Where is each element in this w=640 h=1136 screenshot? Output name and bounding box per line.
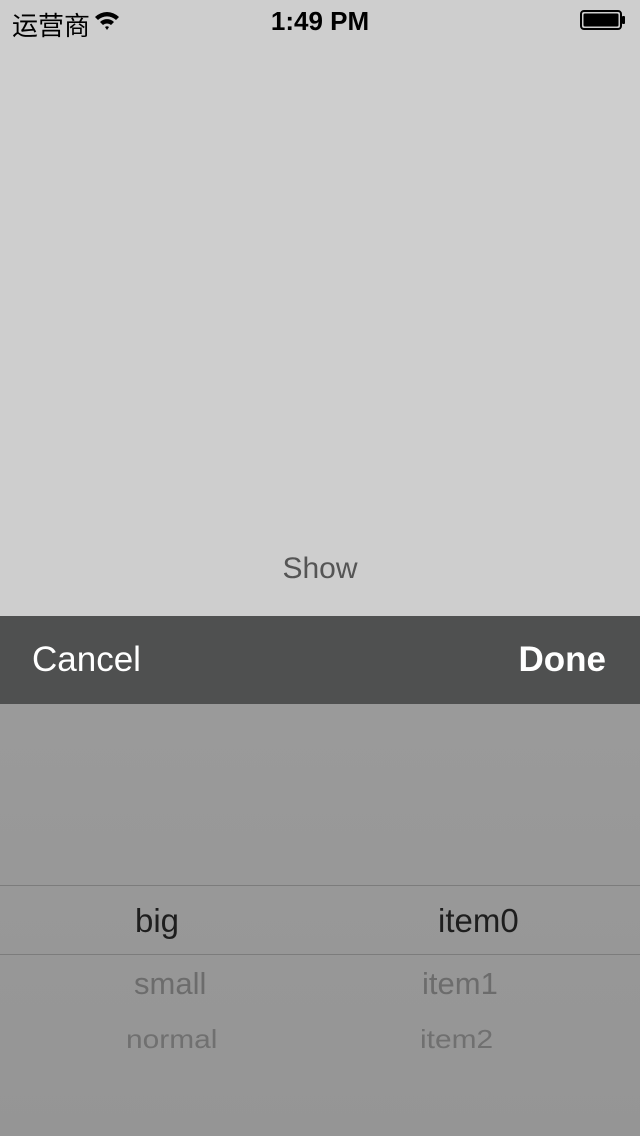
done-button[interactable]: Done — [519, 616, 607, 704]
picker-row[interactable]: small — [134, 966, 206, 1002]
picker-row-selected[interactable]: item0 — [438, 902, 519, 940]
picker-view[interactable]: big small normal item0 item1 item2 — [0, 704, 640, 1136]
picker-column-size[interactable]: big small normal — [0, 704, 320, 1136]
picker-row[interactable]: item2 — [420, 1024, 493, 1055]
battery-icon — [580, 10, 626, 30]
picker-row[interactable]: item1 — [422, 966, 498, 1002]
picker-row-selected[interactable]: big — [135, 902, 179, 940]
picker-column-item[interactable]: item0 item1 item2 — [320, 704, 640, 1136]
picker-toolbar: Cancel Done — [0, 616, 640, 704]
picker-row[interactable]: normal — [126, 1024, 217, 1055]
cancel-button[interactable]: Cancel — [32, 616, 141, 704]
show-button[interactable]: Show — [220, 546, 420, 592]
status-bar: 运营商 1:49 PM — [0, 0, 640, 42]
status-time: 1:49 PM — [270, 6, 370, 36]
